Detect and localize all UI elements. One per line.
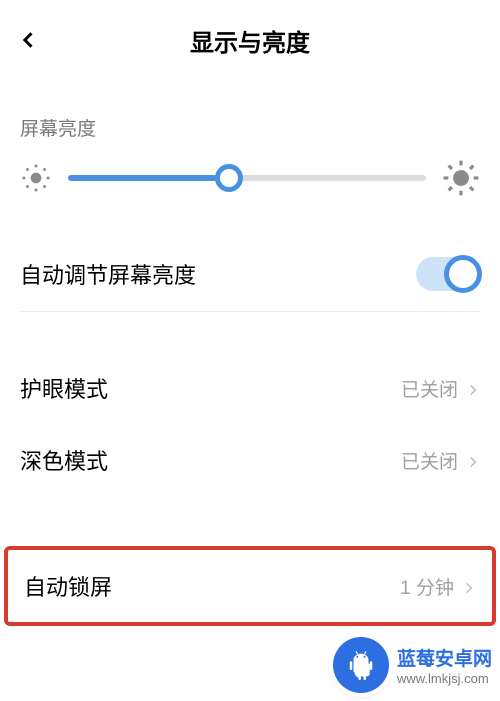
dark-mode-value-wrap: 已关闭	[401, 447, 480, 474]
auto-lock-value-wrap: 1 分钟	[400, 573, 476, 600]
sun-large-icon	[442, 159, 480, 197]
highlight-box: 自动锁屏 1 分钟	[4, 546, 496, 626]
watermark-text: 蓝莓安卓网 www.lmkjsj.com	[397, 644, 492, 686]
chevron-right-icon	[466, 381, 480, 395]
watermark-badge	[333, 637, 389, 693]
watermark-title: 蓝莓安卓网	[397, 644, 492, 671]
slider-thumb[interactable]	[215, 164, 243, 192]
header: 显示与亮度	[0, 0, 500, 80]
dark-mode-row[interactable]: 深色模式 已关闭	[0, 424, 500, 496]
brightness-section-label: 屏幕亮度	[0, 80, 500, 159]
auto-lock-value: 1 分钟	[400, 573, 454, 600]
back-button[interactable]	[14, 25, 44, 55]
slider-fill	[68, 175, 229, 181]
dark-mode-label: 深色模式	[20, 444, 108, 476]
back-icon	[19, 30, 39, 50]
brightness-slider-row	[0, 159, 500, 237]
sun-small-icon	[20, 162, 52, 194]
dark-mode-value: 已关闭	[401, 447, 458, 474]
chevron-right-icon	[462, 579, 476, 593]
auto-brightness-label: 自动调节屏幕亮度	[20, 258, 196, 290]
page-title: 显示与亮度	[190, 23, 310, 58]
android-icon	[346, 650, 376, 680]
watermark-url: www.lmkjsj.com	[397, 671, 492, 686]
chevron-right-icon	[466, 453, 480, 467]
eye-care-row[interactable]: 护眼模式 已关闭	[0, 352, 500, 424]
auto-brightness-row: 自动调节屏幕亮度	[0, 237, 500, 311]
auto-lock-row[interactable]: 自动锁屏 1 分钟	[8, 550, 492, 622]
auto-brightness-toggle[interactable]	[416, 257, 480, 291]
brightness-slider[interactable]	[68, 162, 426, 194]
watermark: 蓝莓安卓网 www.lmkjsj.com	[333, 637, 492, 693]
eye-care-value-wrap: 已关闭	[401, 375, 480, 402]
eye-care-value: 已关闭	[401, 375, 458, 402]
auto-lock-label: 自动锁屏	[24, 570, 112, 602]
eye-care-label: 护眼模式	[20, 372, 108, 404]
toggle-knob	[444, 255, 482, 293]
